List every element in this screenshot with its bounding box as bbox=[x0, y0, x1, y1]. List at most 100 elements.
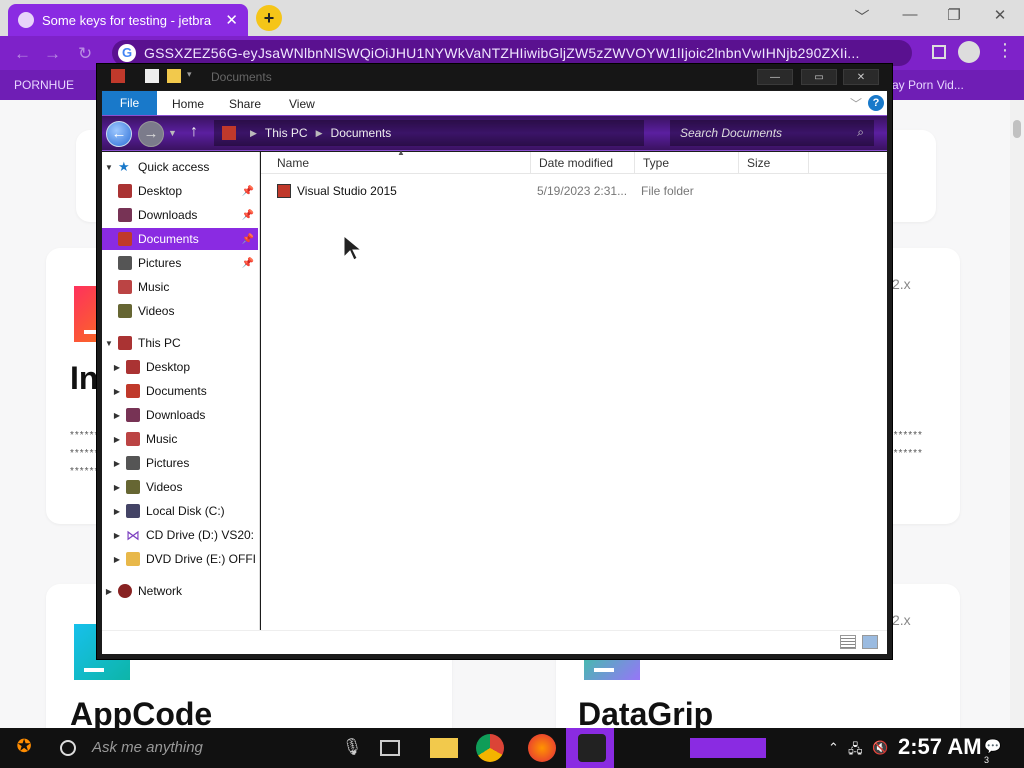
chevron-right-icon[interactable]: ▶ bbox=[316, 128, 323, 139]
product-version: 2.x bbox=[892, 612, 911, 628]
recent-locations-icon[interactable]: ▼ bbox=[168, 128, 177, 138]
nav-pc-music[interactable]: ▶ Music bbox=[102, 428, 258, 450]
minimize-button[interactable]: — bbox=[890, 6, 930, 23]
nav-label: Videos bbox=[138, 304, 175, 318]
new-folder-icon[interactable] bbox=[167, 69, 181, 83]
forward-arrow-icon[interactable]: → bbox=[44, 44, 61, 64]
expand-arrow-icon[interactable]: ▶ bbox=[102, 587, 116, 596]
tab-view[interactable]: View bbox=[289, 97, 315, 111]
collapse-arrow-icon[interactable]: ▼ bbox=[102, 163, 116, 172]
chevron-right-icon[interactable]: ▶ bbox=[250, 128, 257, 139]
side-panel-icon[interactable] bbox=[932, 45, 946, 59]
desktop-icon bbox=[126, 360, 140, 374]
back-arrow-icon[interactable]: ← bbox=[14, 44, 31, 64]
tab-search-icon[interactable]: ﹀ bbox=[842, 6, 882, 27]
tab-file[interactable]: File bbox=[102, 91, 157, 115]
taskbar-clock[interactable]: 2:57 AM bbox=[898, 734, 982, 760]
expand-arrow-icon[interactable]: ▶ bbox=[110, 507, 124, 516]
start-button-icon[interactable]: ✪ bbox=[10, 736, 38, 760]
google-icon: G bbox=[118, 44, 136, 62]
reload-icon[interactable]: ↻ bbox=[78, 44, 92, 64]
details-view-icon[interactable] bbox=[840, 635, 856, 649]
browser-menu-icon[interactable]: ⋮ bbox=[996, 40, 1014, 61]
breadcrumb[interactable]: ▶ This PC ▶ Documents bbox=[214, 120, 644, 146]
nav-dvd-drive[interactable]: ▶ DVD Drive (E:) OFFI bbox=[102, 548, 258, 570]
expand-arrow-icon[interactable]: ▶ bbox=[110, 459, 124, 468]
star-icon: ★ bbox=[118, 159, 130, 174]
expand-arrow-icon[interactable]: ▶ bbox=[110, 531, 124, 540]
expand-arrow-icon[interactable]: ▶ bbox=[110, 387, 124, 396]
tab-home[interactable]: Home bbox=[172, 97, 204, 111]
help-icon[interactable]: ? bbox=[868, 95, 884, 111]
search-input[interactable]: Search Documents ⌕ bbox=[670, 120, 874, 146]
minimize-button[interactable]: — bbox=[757, 69, 793, 85]
nav-item-pictures[interactable]: Pictures 📌 bbox=[102, 252, 258, 274]
nav-pc-videos[interactable]: ▶ Videos bbox=[102, 476, 258, 498]
expand-arrow-icon[interactable]: ▶ bbox=[110, 363, 124, 372]
nav-pc-desktop[interactable]: ▶ Desktop bbox=[102, 356, 258, 378]
bookmark-item[interactable]: PORNHUE bbox=[14, 78, 74, 92]
expand-arrow-icon[interactable]: ▶ bbox=[110, 555, 124, 564]
nav-label: Quick access bbox=[138, 160, 210, 174]
search-icon: ⌕ bbox=[857, 125, 864, 139]
nav-pc-documents[interactable]: ▶ Documents bbox=[102, 380, 258, 402]
nav-item-videos[interactable]: Videos bbox=[102, 300, 258, 322]
properties-icon[interactable] bbox=[145, 69, 159, 83]
page-scrollbar[interactable] bbox=[1010, 100, 1024, 728]
microphone-icon[interactable]: 🎙 bbox=[338, 734, 366, 762]
browser-tab[interactable]: Some keys for testing - jetbra ✕ bbox=[8, 4, 248, 36]
column-size[interactable]: Size bbox=[739, 152, 809, 174]
expand-ribbon-icon[interactable]: ﹀ bbox=[850, 95, 862, 112]
volume-muted-icon[interactable]: 🔇 bbox=[872, 740, 888, 756]
game-app-taskbar-icon[interactable] bbox=[578, 734, 606, 762]
column-name[interactable]: Name bbox=[269, 152, 531, 174]
nav-item-desktop[interactable]: Desktop 📌 bbox=[102, 180, 258, 202]
network-tray-icon[interactable]: 🖧 bbox=[848, 740, 863, 762]
scrollbar-thumb[interactable] bbox=[1013, 120, 1021, 138]
notification-icon[interactable]: 💬3 bbox=[984, 738, 1004, 765]
file-row[interactable]: Visual Studio 2015 5/19/2023 2:31... Fil… bbox=[261, 180, 887, 202]
expand-arrow-icon[interactable]: ▶ bbox=[110, 411, 124, 420]
close-button[interactable]: ✕ bbox=[843, 69, 879, 85]
nav-item-documents[interactable]: Documents 📌 bbox=[102, 228, 258, 250]
nav-pc-downloads[interactable]: ▶ Downloads bbox=[102, 404, 258, 426]
pictures-icon bbox=[118, 256, 132, 270]
restore-button[interactable]: ❐ bbox=[934, 6, 974, 24]
chrome-taskbar-icon[interactable] bbox=[476, 734, 504, 762]
nav-this-pc[interactable]: ▼ This PC bbox=[102, 332, 258, 354]
expand-arrow-icon[interactable]: ▶ bbox=[110, 483, 124, 492]
nav-local-disk[interactable]: ▶ Local Disk (C:) bbox=[102, 500, 258, 522]
nav-quick-access[interactable]: ▼ ★ Quick access bbox=[102, 156, 258, 178]
nav-cd-drive[interactable]: ▶ ⋈ CD Drive (D:) VS20: bbox=[102, 524, 258, 546]
forward-button[interactable]: → bbox=[138, 121, 164, 147]
expand-arrow-icon[interactable]: ▶ bbox=[110, 435, 124, 444]
customize-qa-icon[interactable]: ▾ bbox=[187, 69, 195, 83]
large-icons-view-icon[interactable] bbox=[862, 635, 878, 649]
column-type[interactable]: Type bbox=[635, 152, 739, 174]
tab-share[interactable]: Share bbox=[229, 97, 261, 111]
nav-pc-pictures[interactable]: ▶ Pictures bbox=[102, 452, 258, 474]
close-window-button[interactable]: ✕ bbox=[980, 6, 1020, 24]
column-date-modified[interactable]: Date modified bbox=[531, 152, 635, 174]
breadcrumb-item[interactable]: This PC bbox=[265, 126, 308, 140]
maximize-button[interactable]: ▭ bbox=[801, 69, 837, 85]
up-arrow-icon[interactable]: ↑ bbox=[190, 123, 198, 141]
tab-close-icon[interactable]: ✕ bbox=[225, 11, 238, 29]
chevron-up-icon[interactable]: ⌃ bbox=[828, 740, 839, 756]
bookmark-item[interactable]: ay Porn Vid... bbox=[892, 78, 964, 92]
task-view-icon[interactable] bbox=[380, 740, 400, 756]
profile-avatar-icon[interactable] bbox=[958, 41, 980, 63]
firefox-taskbar-icon[interactable] bbox=[528, 734, 556, 762]
collapse-arrow-icon[interactable]: ▼ bbox=[102, 339, 116, 348]
breadcrumb-item[interactable]: Documents bbox=[331, 126, 392, 140]
nav-label: Documents bbox=[138, 232, 199, 246]
file-explorer-taskbar-icon[interactable] bbox=[430, 738, 458, 758]
back-button[interactable]: ← bbox=[106, 121, 132, 147]
nav-item-downloads[interactable]: Downloads 📌 bbox=[102, 204, 258, 226]
pictures-icon bbox=[126, 456, 140, 470]
nav-item-music[interactable]: Music bbox=[102, 276, 258, 298]
new-tab-button[interactable]: + bbox=[256, 5, 282, 31]
pc-icon bbox=[222, 126, 236, 140]
nav-network[interactable]: ▶ Network bbox=[102, 580, 258, 602]
taskbar-search[interactable]: Ask me anything bbox=[52, 732, 352, 764]
